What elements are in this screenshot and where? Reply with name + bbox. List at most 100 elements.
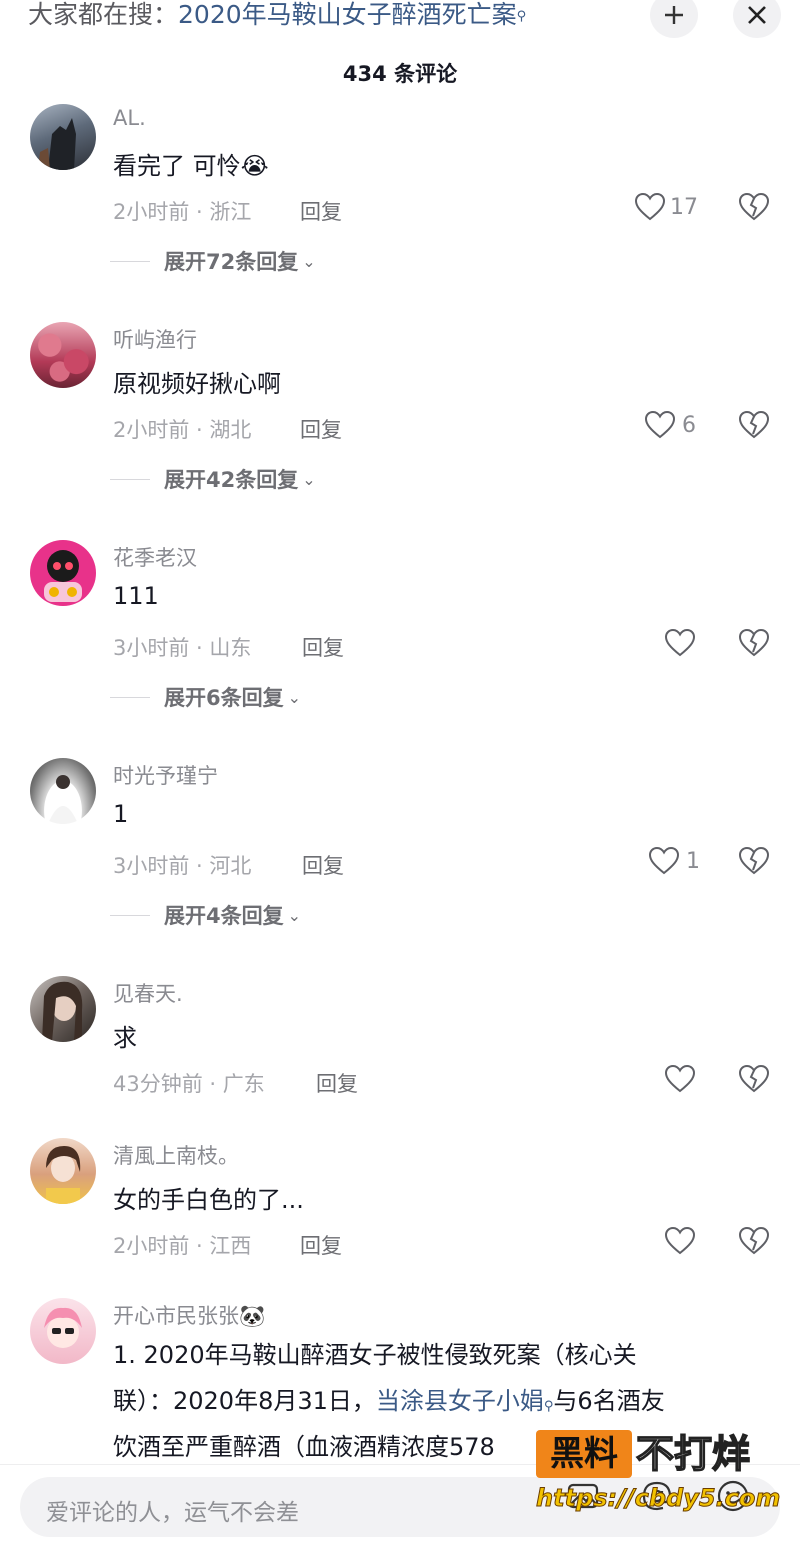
avatar[interactable] [30,104,96,170]
like-button[interactable]: 17 [634,192,698,222]
comment-content: 求 [113,1024,137,1052]
comment-content: 原视频好揪心啊 [113,370,281,398]
comment-username[interactable]: 听屿渔行 [113,324,197,354]
avatar[interactable] [30,322,96,388]
comment-username[interactable]: 清風上南枝。 [113,1140,239,1170]
dislike-button[interactable] [738,1226,770,1260]
divider-line [110,696,150,698]
close-button[interactable] [733,0,781,38]
comment-location: 广东 [222,1072,265,1096]
expand-replies-button[interactable]: 展开72条回复 ⌄ [110,246,316,276]
avatar[interactable] [30,1298,96,1364]
heart-icon [664,1226,696,1255]
comment-location: 河北 [209,854,252,878]
avatar[interactable] [30,758,96,824]
watermark: 黑料 不打烊 https://cbdy5.com [535,1428,786,1518]
comment-username[interactable]: 花季老汉 [113,542,197,572]
close-icon [748,6,766,24]
chevron-down-icon: ⌄ [302,469,316,489]
comment-username[interactable]: AL. [113,106,146,130]
avatar[interactable] [30,1138,96,1204]
search-hint-keyword[interactable]: 2020年马鞍山女子醉酒死亡案 [178,0,517,29]
heart-icon [634,192,666,221]
search-suggestion[interactable]: 大家都在搜：2020年马鞍山女子醉酒死亡案⚲ [28,0,526,30]
comment-username[interactable]: 时光予瑾宁 [113,760,218,790]
comment-content: 女的手白色的了... [113,1186,304,1214]
chevron-down-icon: ⌄ [287,905,302,925]
comment-location: 浙江 [209,200,252,224]
watermark-badge: 黑料 [536,1430,632,1478]
like-button[interactable]: 6 [644,410,696,440]
dislike-button[interactable] [738,628,770,662]
dislike-button[interactable] [738,192,770,226]
expand-replies-button[interactable]: 展开42条回复 ⌄ [110,464,316,494]
heart-icon [648,846,680,875]
comment-content: 看完了 可怜😭 [113,152,269,180]
divider-line [110,914,150,916]
expand-replies-label: 展开6条回复 [164,686,284,710]
heart-icon [644,410,676,439]
heart-icon [664,1064,696,1093]
comment-content: 111 [113,582,159,610]
like-button[interactable]: 1 [648,846,700,876]
comment-username[interactable]: 开心市民张张🐼 [113,1300,265,1330]
avatar-silhouette-icon [38,118,76,170]
bride-icon [48,775,78,824]
expand-replies-button[interactable]: 展开6条回复 ⌄ [110,682,301,712]
search-keyword-link[interactable]: 当涂县女子小娟 [376,1387,544,1415]
top-bar: 大家都在搜：2020年马鞍山女子醉酒死亡案⚲ [0,0,800,44]
comment-time: 3小时前 [113,854,190,878]
broken-heart-icon [738,846,770,875]
comment-text: 与6名酒友 [553,1387,665,1415]
expand-replies-button[interactable]: 展开4条回复 ⌄ [110,900,301,930]
comment-time: 3小时前 [113,636,190,660]
broken-heart-icon [738,192,770,221]
comment-meta: 2小时前 · 浙江 [113,196,251,226]
meta-separator: · [189,636,210,660]
reply-button[interactable]: 回复 [302,632,344,662]
broken-heart-icon [738,628,770,657]
avatar[interactable] [30,540,96,606]
expand-replies-label: 展开42条回复 [164,468,299,492]
heart-icon [664,628,696,657]
like-button[interactable] [664,628,696,658]
comment-meta: 2小时前 · 湖北 [113,414,251,444]
reply-button[interactable]: 回复 [316,1068,358,1098]
expand-replies-label: 展开72条回复 [164,250,299,274]
meta-separator: · [189,854,210,878]
like-button[interactable] [664,1064,696,1094]
meta-separator: · [189,200,210,224]
meta-separator: · [189,418,210,442]
like-count: 6 [682,412,696,438]
comment-line: 1. 2020年马鞍山醉酒女子被性侵致死案（核心关 [113,1341,637,1369]
comment-meta: 43分钟前 · 广东 [113,1068,265,1098]
comment-content: 1 [113,800,129,828]
comment-username[interactable]: 见春天. [113,978,183,1008]
comment-location: 湖北 [209,418,252,442]
expand-replies-label: 展开4条回复 [164,904,284,928]
like-count: 1 [686,848,700,874]
like-button[interactable] [664,1226,696,1256]
comment-line: 联）：2020年8月31日，当涂县女子小娟⚲与6名酒友 [113,1378,773,1424]
watermark-url: https://cbdy5.com [535,1484,781,1513]
comment-input-placeholder: 爱评论的人，运气不会差 [46,1500,299,1526]
comment-meta: 2小时前 · 江西 [113,1230,251,1260]
comment-location: 山东 [209,636,252,660]
divider-line [110,260,150,262]
comment-location: 江西 [209,1234,252,1258]
divider-line [110,478,150,480]
portrait-icon [46,1146,81,1204]
reply-button[interactable]: 回复 [300,414,342,444]
avatar[interactable] [30,976,96,1042]
broken-heart-icon [738,1226,770,1255]
reply-button[interactable]: 回复 [300,1230,342,1260]
dislike-button[interactable] [738,1064,770,1098]
reply-button[interactable]: 回复 [300,196,342,226]
dislike-button[interactable] [738,846,770,880]
comment-text: 联）：2020年8月31日， [113,1387,376,1415]
cartoon-girl-icon [44,1307,82,1348]
dislike-button[interactable] [738,410,770,444]
collapse-button[interactable] [650,0,698,38]
reply-button[interactable]: 回复 [302,850,344,880]
watermark-text: 不打烊 [635,1431,751,1477]
